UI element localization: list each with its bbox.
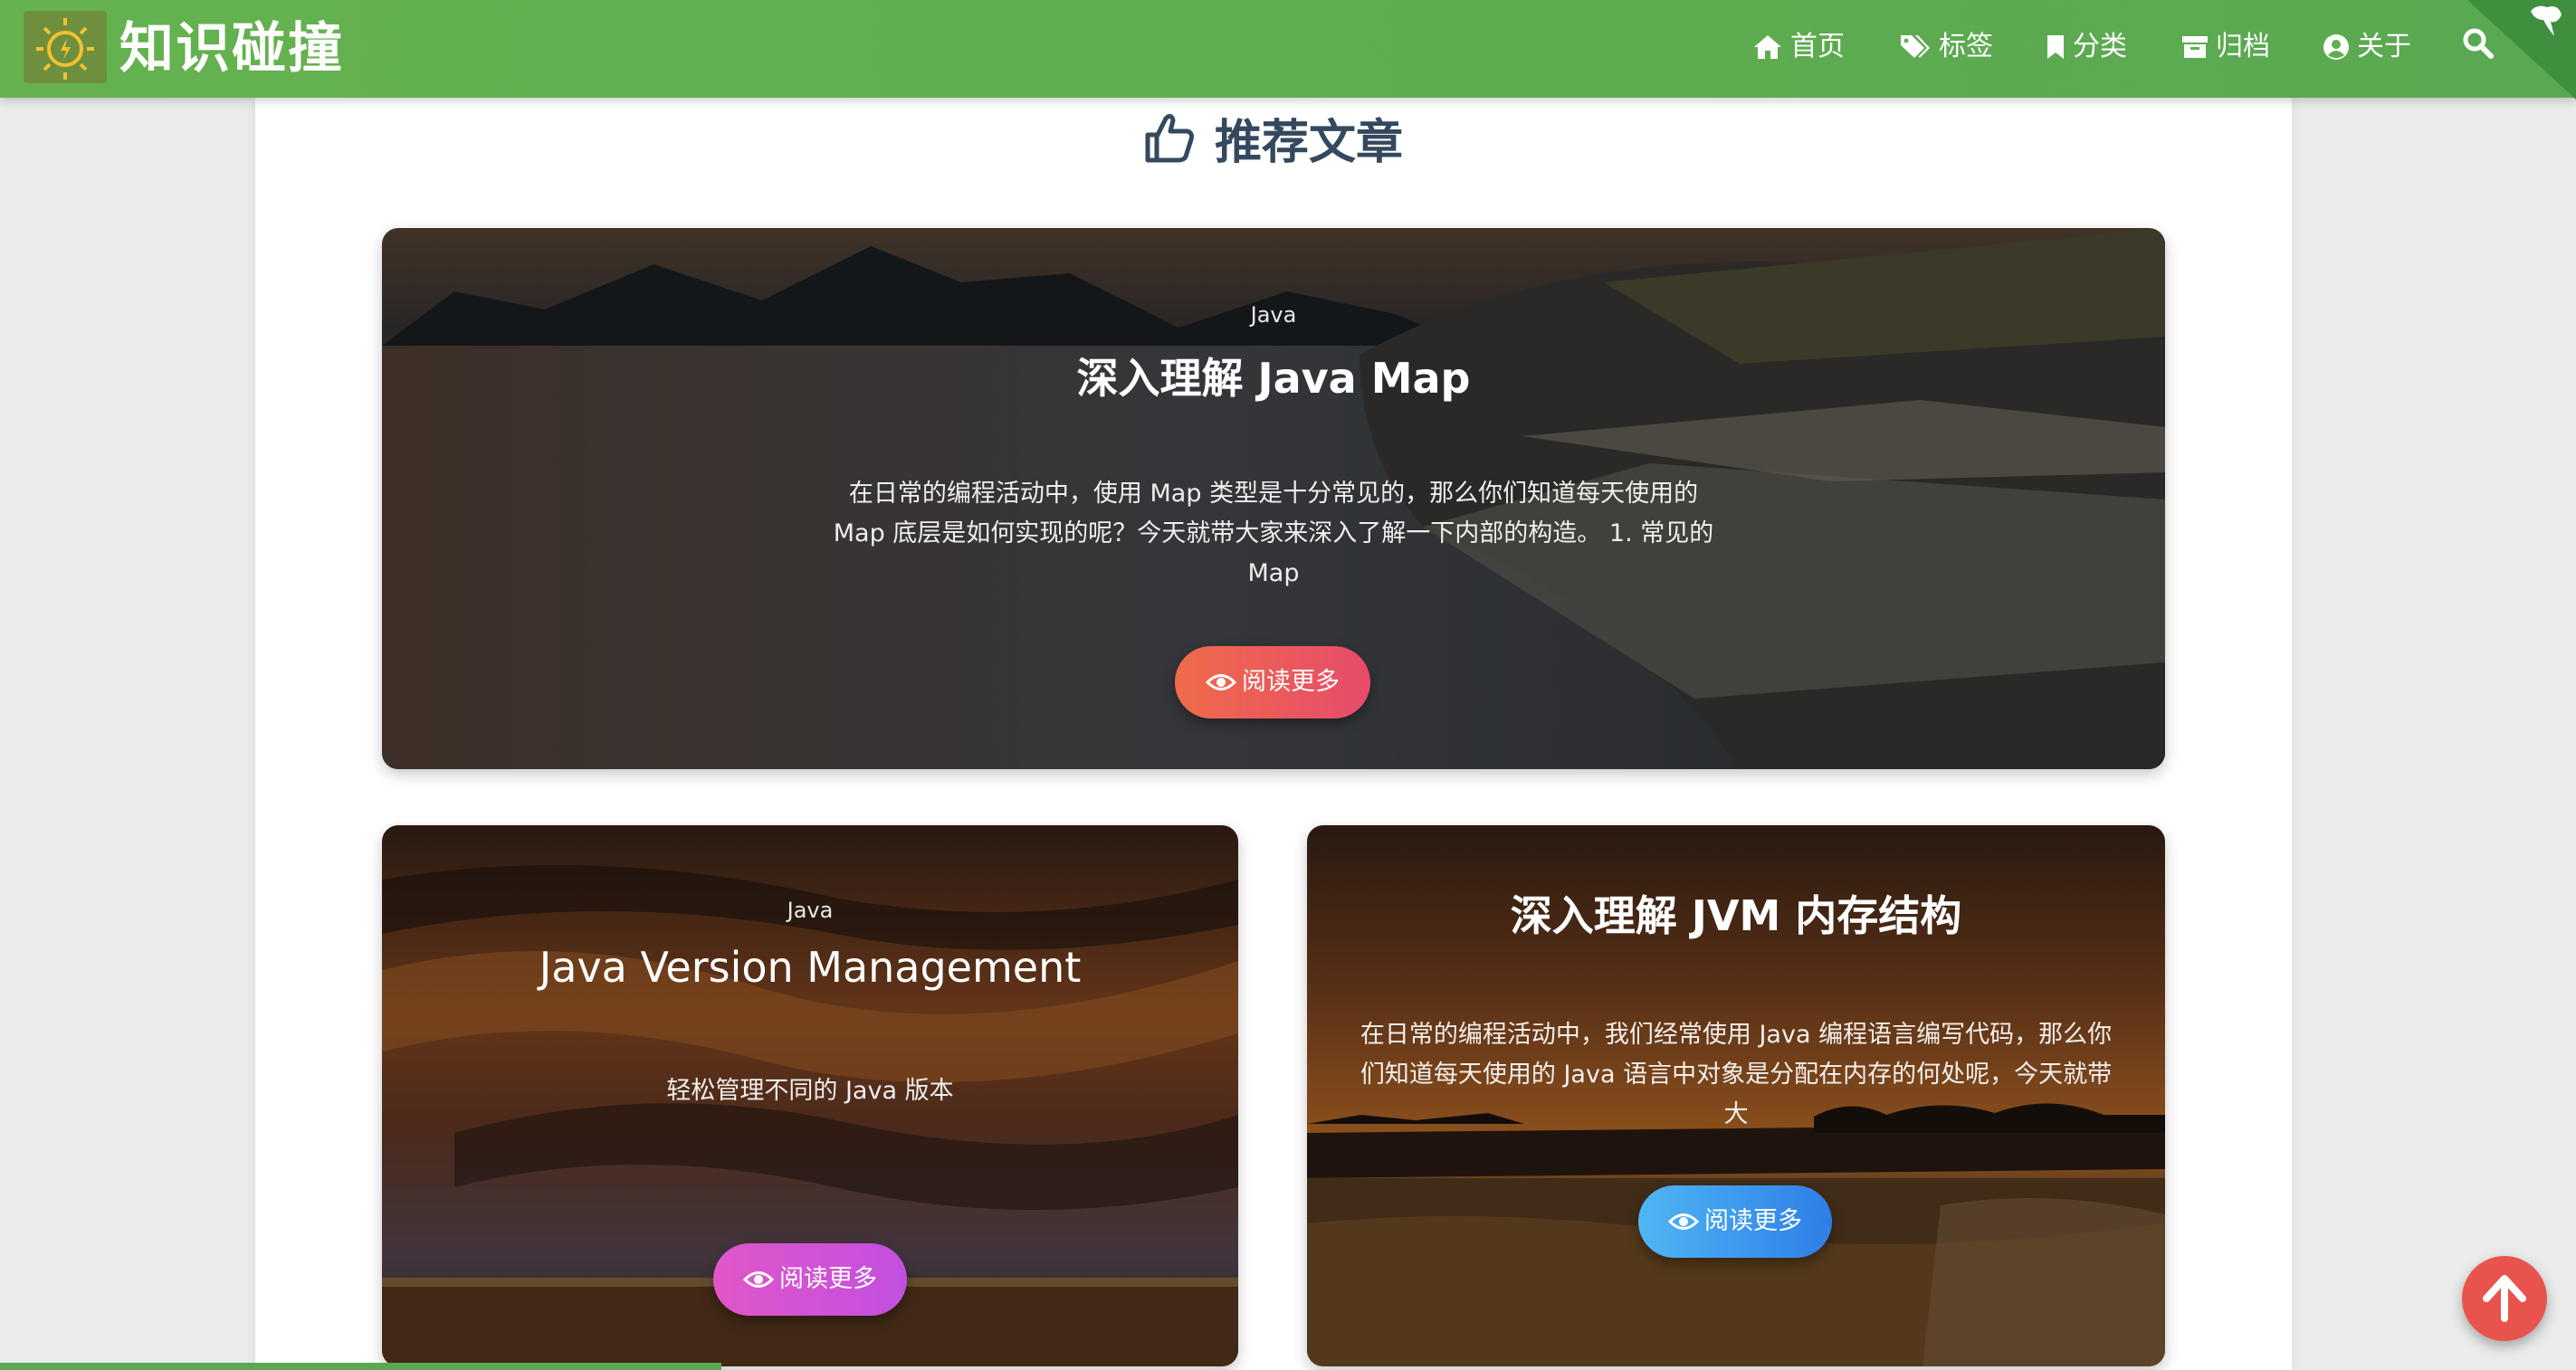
reading-progress-bar	[0, 1363, 721, 1370]
section-title: 推荐文章	[255, 101, 2292, 174]
card-title[interactable]: 深入理解 JVM 内存结构	[1307, 883, 2165, 943]
summary-line: 在日常的编程活动中，使用 Map 类型是十分常见的，那么你们知道每天使用的	[848, 480, 1699, 508]
archive-icon	[2182, 36, 2208, 58]
read-more-button[interactable]: 阅读更多	[713, 1243, 907, 1316]
read-more-label: 阅读更多	[1242, 668, 1340, 696]
nav-about[interactable]: 关于	[2323, 24, 2411, 71]
card-summary: 轻松管理不同的 Java 版本	[436, 1071, 1184, 1111]
summary-line: 大	[1723, 1100, 1749, 1128]
eye-icon	[1206, 674, 1236, 690]
card-title[interactable]: 深入理解 Java Map	[382, 346, 2165, 405]
arrow-up-icon	[2483, 1275, 2526, 1322]
eye-icon	[743, 1271, 774, 1288]
article-card-java-map[interactable]: Java 深入理解 Java Map 在日常的编程活动中，使用 Map 类型是十…	[382, 228, 2165, 769]
nav-tags[interactable]: 标签	[1899, 24, 1993, 71]
card-title[interactable]: Java Version Management	[382, 943, 1238, 992]
summary-line: 轻松管理不同的 Java 版本	[666, 1077, 954, 1105]
section-title-text: 推荐文章	[1214, 115, 1403, 170]
nav-categories[interactable]: 分类	[2046, 24, 2127, 71]
article-card-java-version[interactable]: Java Java Version Management 轻松管理不同的 Jav…	[382, 825, 1238, 1366]
summary-line: Map 底层是如何实现的呢？今天就带大家来深入了解一下内部的构造。 1. 常见的	[833, 519, 1714, 547]
thumbs-up-icon	[1145, 113, 1194, 163]
nav-categories-label: 分类	[2073, 31, 2127, 62]
bookmark-icon	[2047, 35, 2064, 59]
nav-archive[interactable]: 归档	[2181, 24, 2270, 71]
home-icon	[1754, 35, 1781, 59]
back-to-top-button[interactable]	[2462, 1256, 2547, 1341]
read-more-button[interactable]: 阅读更多	[1638, 1185, 1832, 1258]
user-circle-icon	[2323, 34, 2349, 60]
nav-about-label: 关于	[2357, 31, 2411, 62]
card-content: 深入理解 JVM 内存结构 在日常的编程活动中，我们经常使用 Java 编程语言…	[1307, 825, 2165, 1366]
nav-home-label: 首页	[1790, 31, 1845, 62]
eye-icon	[1668, 1213, 1699, 1230]
summary-line: 在日常的编程活动中，我们经常使用 Java 编程语言编写代码，那么你	[1360, 1021, 2113, 1049]
read-more-label: 阅读更多	[1704, 1207, 1802, 1235]
card-summary: 在日常的编程活动中，我们经常使用 Java 编程语言编写代码，那么你 们知道每天…	[1334, 1015, 2138, 1135]
read-more-label: 阅读更多	[779, 1265, 877, 1293]
site-brand[interactable]: 知识碰撞	[119, 9, 344, 89]
card-category[interactable]: Java	[382, 898, 1238, 923]
card-content: Java 深入理解 Java Map 在日常的编程活动中，使用 Map 类型是十…	[382, 228, 2165, 769]
github-corner-icon[interactable]	[2467, 0, 2576, 100]
read-more-button[interactable]: 阅读更多	[1175, 646, 1370, 718]
article-card-jvm-memory[interactable]: 深入理解 JVM 内存结构 在日常的编程活动中，我们经常使用 Java 编程语言…	[1307, 825, 2165, 1366]
card-category[interactable]: Java	[382, 302, 2165, 328]
tags-icon	[1901, 35, 1930, 58]
card-summary: 在日常的编程活动中，使用 Map 类型是十分常见的，那么你们知道每天使用的 Ma…	[816, 474, 1731, 594]
nav-home[interactable]: 首页	[1752, 24, 1845, 71]
summary-line: 们知道每天使用的 Java 语言中对象是分配在内存的何处呢，今天就带	[1360, 1061, 2113, 1089]
card-content: Java Java Version Management 轻松管理不同的 Jav…	[382, 825, 1238, 1366]
summary-line: Map	[1247, 559, 1300, 587]
lightbulb-logo-icon	[36, 18, 94, 80]
nav-tags-label: 标签	[1939, 31, 1993, 62]
nav-archive-label: 归档	[2216, 31, 2270, 62]
site-logo[interactable]	[24, 11, 107, 83]
top-navbar: 知识碰撞 首页 标签 分类 归档 关于	[0, 0, 2576, 100]
